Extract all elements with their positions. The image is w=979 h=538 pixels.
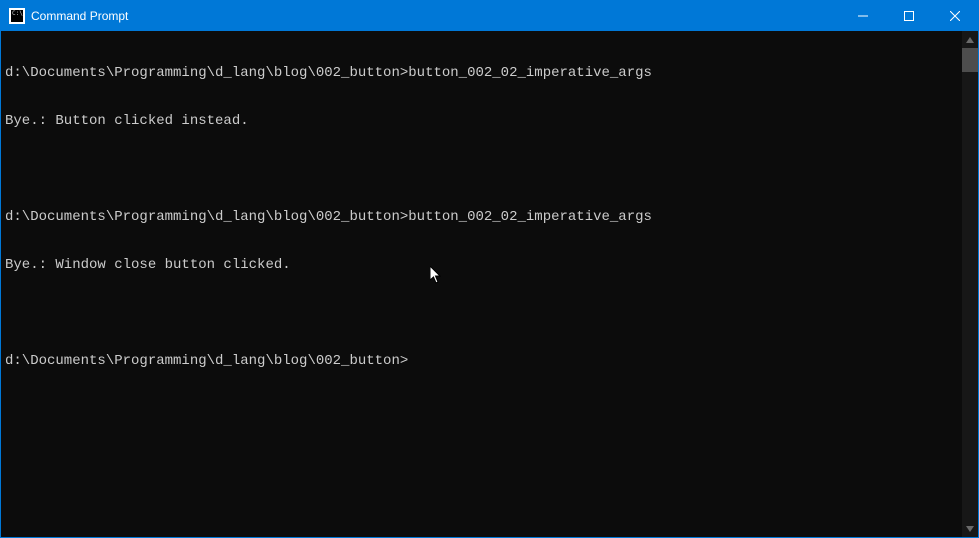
- minimize-icon: [858, 11, 868, 21]
- scroll-up-button[interactable]: [962, 31, 978, 48]
- terminal-line: Bye.: Window close button clicked.: [5, 257, 962, 273]
- minimize-button[interactable]: [840, 1, 886, 31]
- window-controls: [840, 1, 978, 31]
- maximize-icon: [904, 11, 914, 21]
- close-icon: [950, 11, 960, 21]
- terminal-area: d:\Documents\Programming\d_lang\blog\002…: [1, 31, 978, 537]
- chevron-down-icon: [966, 526, 974, 532]
- maximize-button[interactable]: [886, 1, 932, 31]
- scroll-down-button[interactable]: [962, 520, 978, 537]
- terminal-line: [5, 305, 962, 321]
- window-title: Command Prompt: [31, 9, 128, 23]
- terminal-line: d:\Documents\Programming\d_lang\blog\002…: [5, 209, 962, 225]
- cmd-icon: C:\: [9, 8, 25, 24]
- terminal-line: Bye.: Button clicked instead.: [5, 113, 962, 129]
- chevron-up-icon: [966, 37, 974, 43]
- command-prompt-window: C:\ Command Prompt d:\Documents\Programm…: [0, 0, 979, 538]
- terminal-line: d:\Documents\Programming\d_lang\blog\002…: [5, 353, 962, 369]
- vertical-scrollbar[interactable]: [962, 31, 978, 537]
- terminal-line: [5, 161, 962, 177]
- terminal-output[interactable]: d:\Documents\Programming\d_lang\blog\002…: [1, 31, 962, 537]
- scroll-thumb[interactable]: [962, 48, 978, 72]
- terminal-line: d:\Documents\Programming\d_lang\blog\002…: [5, 65, 962, 81]
- titlebar[interactable]: C:\ Command Prompt: [1, 1, 978, 31]
- close-button[interactable]: [932, 1, 978, 31]
